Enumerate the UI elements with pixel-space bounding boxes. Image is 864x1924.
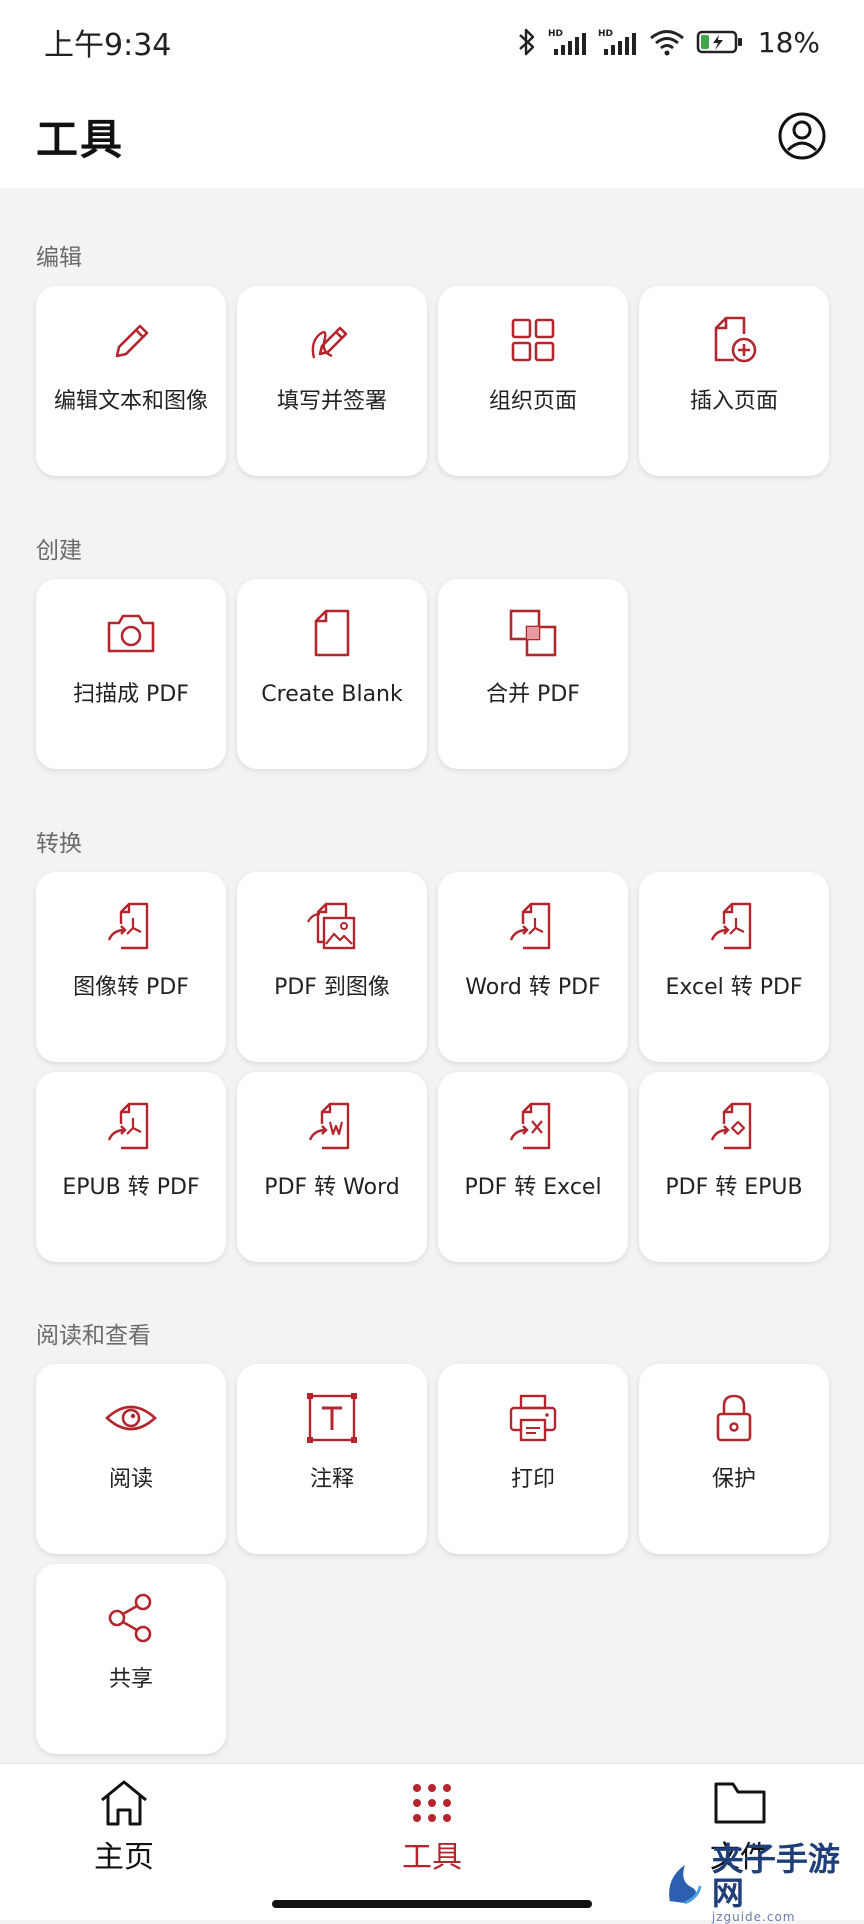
nav-home[interactable]: 主页 bbox=[44, 1778, 204, 1876]
nav-label-home: 主页 bbox=[94, 1840, 154, 1875]
merge-icon bbox=[505, 605, 561, 661]
pdf-to-image-icon bbox=[304, 898, 360, 954]
eye-icon bbox=[103, 1390, 159, 1446]
tool-label: 保护 bbox=[711, 1467, 756, 1492]
convert-word-icon bbox=[304, 1098, 360, 1154]
bluetooth-icon bbox=[518, 28, 534, 56]
tool-label: Create Blank bbox=[261, 682, 403, 707]
nav-tools[interactable]: 工具 bbox=[352, 1778, 512, 1876]
convert-pdf-icon bbox=[103, 898, 159, 954]
tool-edit-text-image[interactable]: 编辑文本和图像 bbox=[36, 286, 226, 476]
sign-pen-icon bbox=[304, 312, 360, 368]
tool-share[interactable]: 共享 bbox=[36, 1564, 226, 1754]
signal-hd-icon-2: HD bbox=[598, 29, 636, 55]
tool-label: Excel 转 PDF bbox=[665, 975, 803, 1000]
blank-page-icon bbox=[304, 605, 360, 661]
tool-pdf-to-epub[interactable]: PDF 转 EPUB bbox=[639, 1072, 829, 1262]
watermark: 夹子手游网 jzguide.com bbox=[664, 1842, 864, 1924]
tool-label: 注释 bbox=[309, 1467, 354, 1492]
dots-grid-icon bbox=[413, 1784, 451, 1822]
tool-fill-sign[interactable]: 填写并签署 bbox=[237, 286, 427, 476]
tool-label: 填写并签署 bbox=[276, 389, 387, 414]
grid-icon bbox=[505, 312, 561, 368]
status-time: 上午9:34 bbox=[44, 28, 172, 63]
tool-word-to-pdf[interactable]: Word 转 PDF bbox=[438, 872, 628, 1062]
status-bar: 上午9:34 HD HD 18% bbox=[0, 0, 864, 84]
tool-pdf-to-excel[interactable]: PDF 转 Excel bbox=[438, 1072, 628, 1262]
tool-protect[interactable]: 保护 bbox=[639, 1364, 829, 1554]
app-bar: 工具 bbox=[0, 84, 864, 188]
battery-percent: 18% bbox=[757, 25, 820, 59]
tool-label: EPUB 转 PDF bbox=[62, 1175, 200, 1200]
convert-pdf-icon bbox=[706, 898, 762, 954]
account-icon bbox=[778, 112, 826, 160]
home-icon bbox=[101, 1780, 147, 1826]
battery-icon bbox=[696, 30, 742, 54]
tool-label: 插入页面 bbox=[689, 389, 778, 414]
pencil-icon bbox=[103, 312, 159, 368]
section-title-create: 创建 bbox=[36, 538, 82, 564]
tool-label: 阅读 bbox=[108, 1467, 153, 1492]
convert-excel-icon bbox=[505, 1098, 561, 1154]
tool-label: 合并 PDF bbox=[486, 682, 580, 707]
tool-pdf-to-image[interactable]: PDF 到图像 bbox=[237, 872, 427, 1062]
tool-label: PDF 转 EPUB bbox=[665, 1175, 803, 1200]
tool-label: 图像转 PDF bbox=[73, 975, 189, 1000]
lock-icon bbox=[706, 1390, 762, 1446]
section-title-convert: 转换 bbox=[36, 831, 82, 857]
tool-insert-page[interactable]: 插入页面 bbox=[639, 286, 829, 476]
tool-pdf-to-word[interactable]: PDF 转 Word bbox=[237, 1072, 427, 1262]
tool-organize-pages[interactable]: 组织页面 bbox=[438, 286, 628, 476]
tool-label: 组织页面 bbox=[488, 389, 577, 414]
svg-text:HD: HD bbox=[548, 29, 563, 39]
section-title-read: 阅读和查看 bbox=[36, 1323, 151, 1349]
share-icon bbox=[103, 1590, 159, 1646]
tool-print[interactable]: 打印 bbox=[438, 1364, 628, 1554]
tool-read[interactable]: 阅读 bbox=[36, 1364, 226, 1554]
tool-label: 扫描成 PDF bbox=[73, 682, 189, 707]
convert-epub-icon bbox=[706, 1098, 762, 1154]
wifi-icon bbox=[649, 30, 684, 56]
text-box-icon bbox=[304, 1390, 360, 1446]
tool-label: 共享 bbox=[108, 1667, 153, 1692]
tool-label: PDF 到图像 bbox=[274, 975, 390, 1000]
tool-label: 打印 bbox=[510, 1467, 555, 1492]
tools-content[interactable]: 编辑 编辑文本和图像 填写并签署 组织页面 插入页面 创建 扫描成 PDF Cr… bbox=[0, 188, 864, 1763]
svg-text:HD: HD bbox=[598, 29, 613, 39]
printer-icon bbox=[505, 1390, 561, 1446]
tool-excel-to-pdf[interactable]: Excel 转 PDF bbox=[639, 872, 829, 1062]
convert-pdf-icon bbox=[103, 1098, 159, 1154]
tool-merge-pdf[interactable]: 合并 PDF bbox=[438, 579, 628, 769]
nav-label-tools: 工具 bbox=[402, 1840, 462, 1875]
tool-scan-to-pdf[interactable]: 扫描成 PDF bbox=[36, 579, 226, 769]
home-indicator[interactable] bbox=[272, 1900, 592, 1908]
account-button[interactable] bbox=[776, 110, 828, 162]
convert-pdf-icon bbox=[505, 898, 561, 954]
tool-epub-to-pdf[interactable]: EPUB 转 PDF bbox=[36, 1072, 226, 1262]
tool-label: PDF 转 Excel bbox=[464, 1175, 602, 1200]
tool-label: PDF 转 Word bbox=[264, 1175, 400, 1200]
insert-page-icon bbox=[706, 312, 762, 368]
watermark-logo-icon bbox=[669, 1864, 702, 1905]
watermark-sub: jzguide.com bbox=[711, 1910, 796, 1924]
tool-create-blank[interactable]: Create Blank bbox=[237, 579, 427, 769]
tool-annotate[interactable]: 注释 bbox=[237, 1364, 427, 1554]
signal-hd-icon: HD bbox=[548, 29, 586, 55]
section-title-edit: 编辑 bbox=[36, 245, 82, 271]
folder-icon bbox=[714, 1782, 766, 1824]
page-title: 工具 bbox=[36, 114, 125, 164]
status-icons: HD HD 18% bbox=[516, 26, 820, 59]
tool-label: Word 转 PDF bbox=[465, 975, 601, 1000]
camera-icon bbox=[103, 605, 159, 661]
tool-image-to-pdf[interactable]: 图像转 PDF bbox=[36, 872, 226, 1062]
watermark-text: 夹子手游网 bbox=[711, 1840, 840, 1912]
tool-label: 编辑文本和图像 bbox=[53, 389, 208, 414]
